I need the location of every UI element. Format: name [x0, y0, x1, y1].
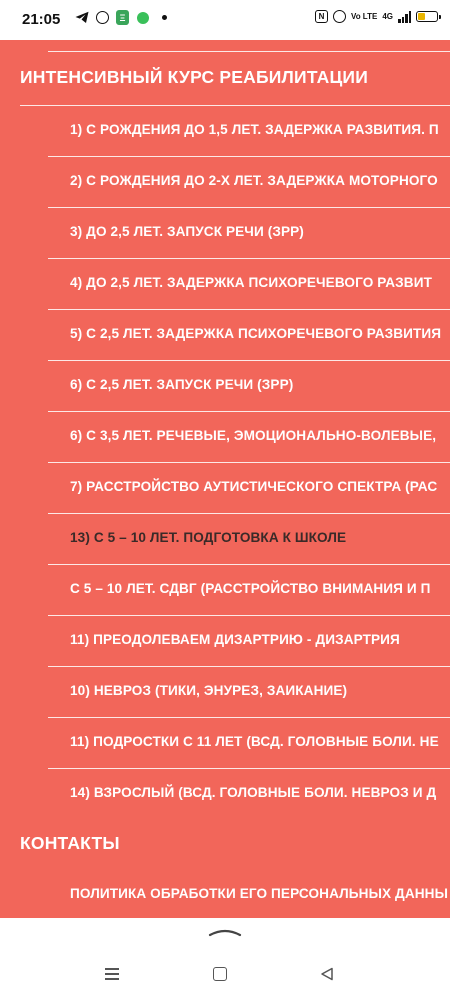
- menu-icon[interactable]: [102, 964, 122, 984]
- menu-item-privacy-policy[interactable]: ПОЛИТИКА ОБРАБОТКИ ЕГО ПЕРСОНАЛЬНЫХ ДАНН…: [48, 870, 450, 918]
- menu-section-contacts[interactable]: КОНТАКТЫ: [20, 833, 120, 854]
- menu-item-label: 13) С 5 – 10 ЛЕТ. ПОДГОТОВКА К ШКОЛЕ: [70, 530, 347, 545]
- menu-item-label: 3) ДО 2,5 ЛЕТ. ЗАПУСК РЕЧИ (ЗРР): [70, 224, 304, 239]
- menu-item-14[interactable]: 14) ВЗРОСЛЫЙ (ВСД. ГОЛОВНЫЕ БОЛИ. НЕВРОЗ…: [48, 769, 450, 820]
- menu-item-9-active[interactable]: 13) С 5 – 10 ЛЕТ. ПОДГОТОВКА К ШКОЛЕ: [48, 514, 450, 565]
- nfc-icon: N: [314, 10, 328, 23]
- notification-icons: Ξ: [74, 10, 167, 25]
- menu-item-label: 2) С РОЖДЕНИЯ ДО 2-Х ЛЕТ. ЗАДЕРЖКА МОТОР…: [70, 173, 438, 188]
- menu-item-7[interactable]: 6) С 3,5 ЛЕТ. РЕЧЕВЫЕ, ЭМОЦИОНАЛЬНО-ВОЛЕ…: [48, 412, 450, 463]
- network-label: 4G: [382, 12, 393, 21]
- menu-item-12[interactable]: 10) НЕВРОЗ (ТИКИ, ЭНУРЕЗ, ЗАИКАНИЕ): [48, 667, 450, 718]
- menu-item-6[interactable]: 6) С 2,5 ЛЕТ. ЗАПУСК РЕЧИ (ЗРР): [48, 361, 450, 412]
- menu-item-label: 10) НЕВРОЗ (ТИКИ, ЭНУРЕЗ, ЗАИКАНИЕ): [70, 683, 348, 698]
- status-time: 21:05: [22, 11, 61, 28]
- menu-top-divider: [48, 51, 450, 52]
- battery-icon: [416, 11, 441, 22]
- menu-item-label: 1) С РОЖДЕНИЯ ДО 1,5 ЛЕТ. ЗАДЕРЖКА РАЗВИ…: [70, 122, 439, 137]
- dot-icon: [162, 15, 167, 20]
- menu-item-label: 7) РАССТРОЙСТВО АУТИСТИЧЕСКОГО СПЕКТРА (…: [70, 479, 438, 494]
- app-icon: Ξ: [116, 10, 129, 25]
- home-icon[interactable]: [210, 964, 230, 984]
- menu-item-label: 11) ПОДРОСТКИ С 11 ЛЕТ (ВСД. ГОЛОВНЫЕ БО…: [70, 734, 439, 749]
- menu-item-2[interactable]: 2) С РОЖДЕНИЯ ДО 2-Х ЛЕТ. ЗАДЕРЖКА МОТОР…: [48, 157, 450, 208]
- menu-item-13[interactable]: 11) ПОДРОСТКИ С 11 ЛЕТ (ВСД. ГОЛОВНЫЕ БО…: [48, 718, 450, 769]
- menu-item-label: 6) С 3,5 ЛЕТ. РЕЧЕВЫЕ, ЭМОЦИОНАЛЬНО-ВОЛЕ…: [70, 428, 437, 443]
- swipe-up-handle-icon[interactable]: [208, 924, 242, 937]
- menu-item-label: 6) С 2,5 ЛЕТ. ЗАПУСК РЕЧИ (ЗРР): [70, 377, 294, 392]
- menu-item-label: 5) С 2,5 ЛЕТ. ЗАДЕРЖКА ПСИХОРЕЧЕВОГО РАЗ…: [70, 326, 442, 341]
- menu-item-11[interactable]: 11) ПРЕОДОЛЕВАЕМ ДИЗАРТРИЮ - ДИЗАРТРИЯ: [48, 616, 450, 667]
- menu-item-10[interactable]: С 5 – 10 ЛЕТ. СДВГ (РАССТРОЙСТВО ВНИМАНИ…: [48, 565, 450, 616]
- menu-item-label: 4) ДО 2,5 ЛЕТ. ЗАДЕРЖКА ПСИХОРЕЧЕВОГО РА…: [70, 275, 432, 290]
- menu-item-label: 14) ВЗРОСЛЫЙ (ВСД. ГОЛОВНЫЕ БОЛИ. НЕВРОЗ…: [70, 785, 437, 800]
- menu-item-8[interactable]: 7) РАССТРОЙСТВО АУТИСТИЧЕСКОГО СПЕКТРА (…: [48, 463, 450, 514]
- menu-item-4[interactable]: 4) ДО 2,5 ЛЕТ. ЗАДЕРЖКА ПСИХОРЕЧЕВОГО РА…: [48, 259, 450, 310]
- back-icon[interactable]: [317, 964, 337, 984]
- menu-item-5[interactable]: 5) С 2,5 ЛЕТ. ЗАДЕРЖКА ПСИХОРЕЧЕВОГО РАЗ…: [48, 310, 450, 361]
- menu-item-3[interactable]: 3) ДО 2,5 ЛЕТ. ЗАПУСК РЕЧИ (ЗРР): [48, 208, 450, 259]
- status-bar: 21:05 Ξ N Vo LTE 4G: [0, 0, 450, 40]
- navigation-bar: [0, 918, 450, 1000]
- alarm-icon: [332, 10, 346, 23]
- whatsapp-icon: [95, 10, 110, 25]
- message-icon: [135, 10, 150, 25]
- menu-item-label: С 5 – 10 ЛЕТ. СДВГ (РАССТРОЙСТВО ВНИМАНИ…: [70, 581, 431, 596]
- menu-item-1[interactable]: 1) С РОЖДЕНИЯ ДО 1,5 ЛЕТ. ЗАДЕРЖКА РАЗВИ…: [48, 106, 450, 157]
- menu-item-label: ПОЛИТИКА ОБРАБОТКИ ЕГО ПЕРСОНАЛЬНЫХ ДАНН…: [70, 886, 448, 901]
- volte-label: Vo LTE: [350, 11, 378, 21]
- telegram-icon: [74, 10, 89, 25]
- menu-item-label: 11) ПРЕОДОЛЕВАЕМ ДИЗАРТРИЮ - ДИЗАРТРИЯ: [70, 632, 400, 647]
- navigation-menu: ИНТЕНСИВНЫЙ КУРС РЕАБИЛИТАЦИИ 1) С РОЖДЕ…: [0, 40, 450, 918]
- signal-4g-icon: [398, 10, 411, 23]
- volte-icon: Vo LTE: [350, 11, 378, 21]
- system-icons: N Vo LTE 4G: [314, 10, 441, 23]
- menu-section-rehab[interactable]: ИНТЕНСИВНЫЙ КУРС РЕАБИЛИТАЦИИ: [20, 67, 368, 88]
